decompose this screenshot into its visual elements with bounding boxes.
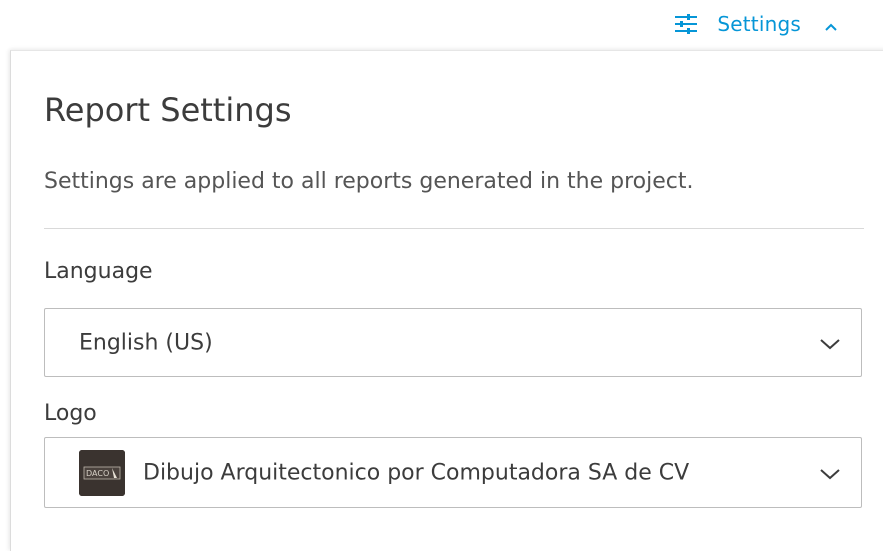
report-settings-panel: Report Settings Settings are applied to … <box>10 50 883 551</box>
logo-thumbnail-text: DACO <box>86 469 109 478</box>
settings-toggle-label: Settings <box>717 12 801 36</box>
logo-label: Logo <box>44 401 97 426</box>
language-label: Language <box>44 259 153 284</box>
panel-description: Settings are applied to all reports gene… <box>44 169 694 194</box>
logo-select[interactable]: DACO Dibujo Arquitectonico por Computado… <box>44 437 862 508</box>
top-bar: Settings <box>0 0 883 48</box>
sliders-icon <box>673 13 699 35</box>
chevron-up-icon <box>823 16 839 32</box>
divider <box>44 228 864 229</box>
logo-select-value: Dibujo Arquitectonico por Computadora SA… <box>143 460 690 485</box>
settings-toggle-button[interactable]: Settings <box>673 9 839 39</box>
logo-thumbnail: DACO <box>79 449 125 496</box>
language-select-value: English (US) <box>79 330 213 355</box>
language-select[interactable]: English (US) <box>44 308 862 377</box>
panel-title: Report Settings <box>44 91 292 129</box>
chevron-down-icon <box>819 466 841 480</box>
chevron-down-icon <box>819 336 841 350</box>
